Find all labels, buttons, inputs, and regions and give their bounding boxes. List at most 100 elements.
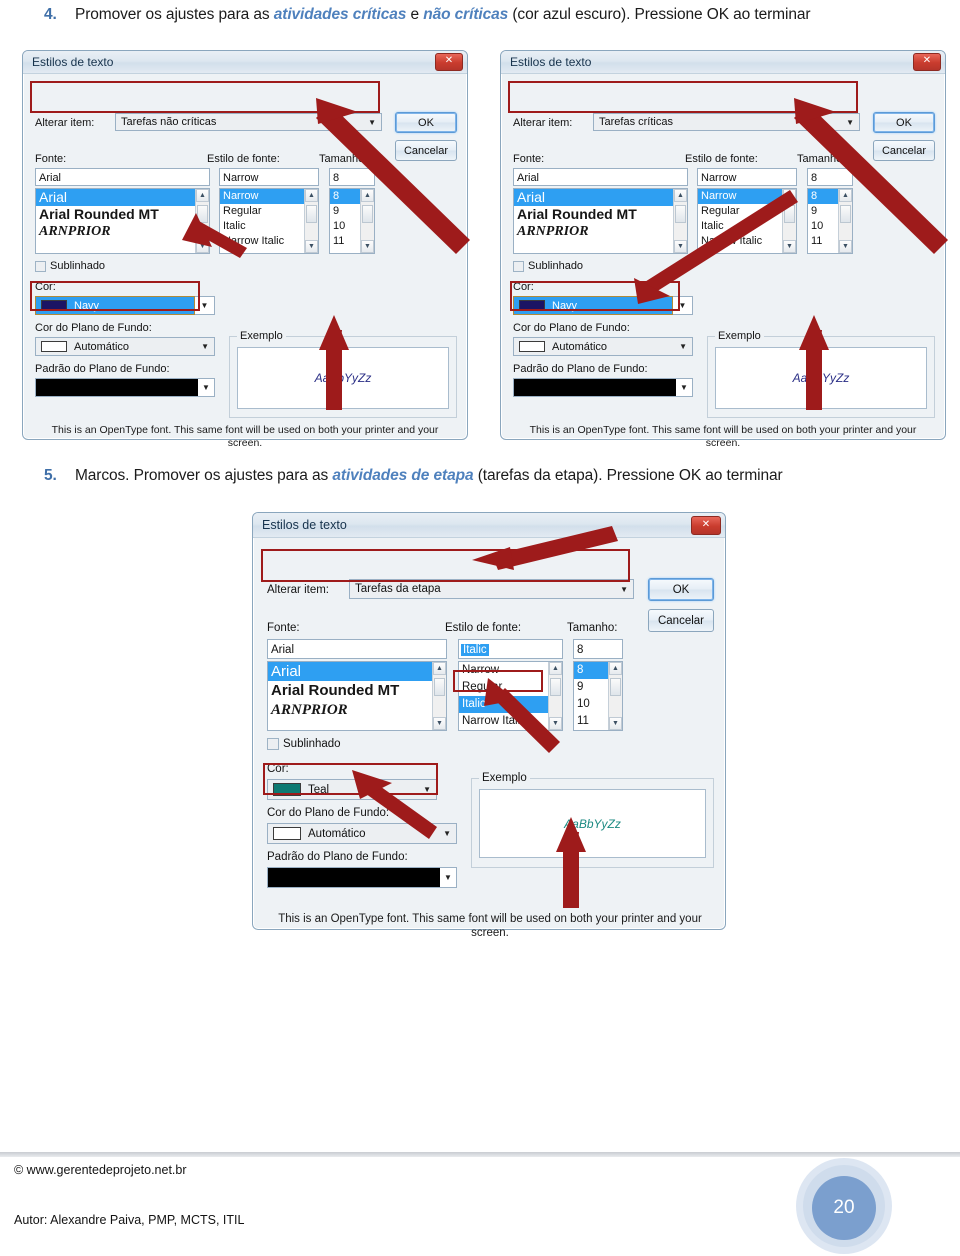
scroll-down-icon[interactable]: ▼	[196, 240, 209, 253]
tamanho-input[interactable]: 8	[807, 168, 853, 186]
fonte-listbox[interactable]: Arial Arial Rounded MT ARNPRIOR ▲ ▼	[513, 188, 688, 254]
tamanho-scrollbar[interactable]: ▲ ▼	[360, 189, 374, 253]
list-item[interactable]: Arial Rounded MT	[514, 206, 687, 223]
dialog-titlebar[interactable]: Estilos de texto ✕	[253, 513, 725, 538]
cor-fundo-combo[interactable]: Automático ▼	[35, 337, 215, 356]
scroll-down-icon[interactable]: ▼	[361, 240, 374, 253]
alterar-item-combo[interactable]: Tarefas da etapa ▼	[349, 579, 634, 599]
scrollbar-thumb[interactable]	[784, 205, 795, 223]
scrollbar-thumb[interactable]	[362, 205, 373, 223]
close-icon[interactable]: ✕	[691, 516, 721, 535]
scroll-up-icon[interactable]: ▲	[361, 189, 374, 202]
cor-combo-arrow[interactable]: ▼	[195, 296, 215, 315]
list-item[interactable]: Arial	[36, 189, 209, 206]
scroll-down-icon[interactable]: ▼	[839, 240, 852, 253]
sublinhado-checkbox[interactable]: Sublinhado	[35, 260, 105, 272]
scroll-down-icon[interactable]: ▼	[433, 717, 446, 730]
list-item[interactable]: Regular	[459, 679, 562, 696]
fonte-input[interactable]: Arial	[35, 168, 210, 186]
estilo-fonte-input[interactable]: Italic	[458, 639, 563, 659]
scrollbar-thumb[interactable]	[675, 205, 686, 223]
fonte-input[interactable]: Arial	[513, 168, 688, 186]
scrollbar-thumb[interactable]	[197, 205, 208, 223]
fonte-listbox[interactable]: Arial Arial Rounded MT ARNPRIOR ▲ ▼	[35, 188, 210, 254]
cor-fundo-combo[interactable]: Automático ▼	[513, 337, 693, 356]
scroll-up-icon[interactable]: ▲	[609, 662, 622, 675]
ok-button[interactable]: OK	[395, 112, 457, 133]
scroll-down-icon[interactable]: ▼	[783, 240, 796, 253]
estilo-scrollbar[interactable]: ▲ ▼	[304, 189, 318, 253]
padrao-fundo-combo[interactable]: ▼	[35, 378, 215, 397]
close-icon[interactable]: ✕	[913, 53, 941, 71]
cor-fundo-combo[interactable]: Automático ▼	[267, 823, 457, 844]
tamanho-listbox[interactable]: 8 9 10 11 ▲ ▼	[329, 188, 375, 254]
alterar-item-combo[interactable]: Tarefas críticas ▼	[593, 113, 860, 131]
text-styles-dialog-stage[interactable]: Estilos de texto ✕ Alterar item: Tarefas…	[252, 512, 726, 939]
cor-combo[interactable]: Navy	[513, 296, 673, 315]
estilo-fonte-input[interactable]: Narrow	[697, 168, 797, 186]
scrollbar-thumb[interactable]	[610, 678, 621, 696]
list-item[interactable]: Italic	[459, 696, 562, 713]
sublinhado-checkbox[interactable]: Sublinhado	[513, 260, 583, 272]
list-item[interactable]: Narrow Italic	[459, 713, 562, 730]
text-styles-dialog-non-critical[interactable]: Estilos de texto ✕ Alterar item: Tarefas…	[22, 50, 468, 449]
scroll-up-icon[interactable]: ▲	[196, 189, 209, 202]
fonte-scrollbar[interactable]: ▲ ▼	[195, 189, 209, 253]
fonte-scrollbar[interactable]: ▲ ▼	[432, 662, 446, 730]
chevron-down-icon: ▼	[679, 342, 687, 351]
alterar-item-combo[interactable]: Tarefas não críticas ▼	[115, 113, 382, 131]
scrollbar-thumb[interactable]	[840, 205, 851, 223]
ok-button[interactable]: OK	[873, 112, 935, 133]
estilo-fonte-listbox[interactable]: Narrow Regular Italic Narrow Italic ▲ ▼	[697, 188, 797, 254]
dialog-titlebar[interactable]: Estilos de texto ✕	[501, 51, 945, 74]
fonte-listbox[interactable]: Arial Arial Rounded MT ARNPRIOR ▲ ▼	[267, 661, 447, 731]
scroll-down-icon[interactable]: ▼	[305, 240, 318, 253]
estilo-scrollbar[interactable]: ▲ ▼	[548, 662, 562, 730]
scroll-up-icon[interactable]: ▲	[783, 189, 796, 202]
scrollbar-thumb[interactable]	[306, 205, 317, 223]
cor-combo-arrow[interactable]: ▼	[673, 296, 693, 315]
scroll-down-icon[interactable]: ▼	[674, 240, 687, 253]
scroll-up-icon[interactable]: ▲	[433, 662, 446, 675]
tamanho-input[interactable]: 8	[573, 639, 623, 659]
cor-combo[interactable]: Navy	[35, 296, 195, 315]
text-styles-dialog-critical[interactable]: Estilos de texto ✕ Alterar item: Tarefas…	[500, 50, 946, 449]
fonte-scrollbar[interactable]: ▲ ▼	[673, 189, 687, 253]
dialog-titlebar[interactable]: Estilos de texto ✕	[23, 51, 467, 74]
list-item[interactable]: Arial Rounded MT	[36, 206, 209, 223]
scrollbar-thumb[interactable]	[550, 678, 561, 696]
tamanho-listbox[interactable]: 8 9 10 11 ▲ ▼	[573, 661, 623, 731]
list-item[interactable]: Narrow	[459, 662, 562, 679]
list-item[interactable]: Arial	[268, 662, 446, 681]
cor-combo[interactable]: Teal ▼	[267, 779, 437, 800]
cancel-button[interactable]: Cancelar	[648, 609, 714, 632]
tamanho-input[interactable]: 8	[329, 168, 375, 186]
tamanho-scrollbar[interactable]: ▲ ▼	[608, 662, 622, 730]
list-item[interactable]: ARNPRIOR	[36, 223, 209, 241]
tamanho-scrollbar[interactable]: ▲ ▼	[838, 189, 852, 253]
close-icon[interactable]: ✕	[435, 53, 463, 71]
estilo-fonte-listbox[interactable]: Narrow Regular Italic Narrow Italic ▲ ▼	[458, 661, 563, 731]
scrollbar-thumb[interactable]	[434, 678, 445, 696]
tamanho-listbox[interactable]: 8 9 10 11 ▲ ▼	[807, 188, 853, 254]
scroll-up-icon[interactable]: ▲	[305, 189, 318, 202]
padrao-fundo-combo[interactable]: ▼	[267, 867, 457, 888]
list-item[interactable]: Arial Rounded MT	[268, 681, 446, 700]
fonte-input[interactable]: Arial	[267, 639, 447, 659]
list-item[interactable]: ARNPRIOR	[268, 700, 446, 720]
scroll-down-icon[interactable]: ▼	[609, 717, 622, 730]
sublinhado-checkbox[interactable]: Sublinhado	[267, 738, 341, 750]
estilo-fonte-listbox[interactable]: Narrow Regular Italic Narrow Italic ▲ ▼	[219, 188, 319, 254]
scroll-up-icon[interactable]: ▲	[549, 662, 562, 675]
cancel-button[interactable]: Cancelar	[873, 140, 935, 161]
cancel-button[interactable]: Cancelar	[395, 140, 457, 161]
estilo-fonte-input[interactable]: Narrow	[219, 168, 319, 186]
estilo-scrollbar[interactable]: ▲ ▼	[782, 189, 796, 253]
scroll-up-icon[interactable]: ▲	[674, 189, 687, 202]
padrao-fundo-combo[interactable]: ▼	[513, 378, 693, 397]
scroll-down-icon[interactable]: ▼	[549, 717, 562, 730]
ok-button[interactable]: OK	[648, 578, 714, 601]
scroll-up-icon[interactable]: ▲	[839, 189, 852, 202]
list-item[interactable]: Arial	[514, 189, 687, 206]
list-item[interactable]: ARNPRIOR	[514, 223, 687, 241]
